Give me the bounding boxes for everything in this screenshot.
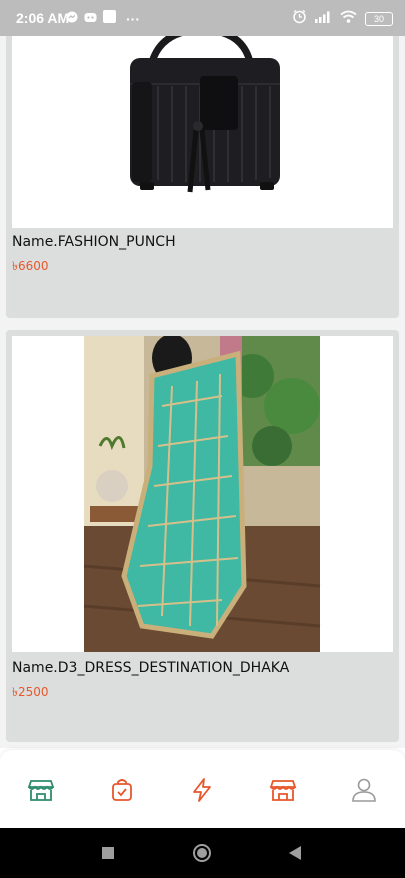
- status-bar: 2:06 AM ··· 30: [0, 0, 405, 36]
- nav-profile-button[interactable]: [350, 776, 378, 804]
- nav-orders-button[interactable]: [108, 776, 136, 804]
- recents-icon[interactable]: [101, 846, 115, 860]
- product-price: ৳6600: [12, 259, 49, 273]
- nav-shop-button[interactable]: [269, 776, 297, 804]
- status-time: 2:06 AM: [16, 10, 70, 26]
- signal-icon: [315, 10, 332, 28]
- product-price: ৳2500: [12, 685, 49, 699]
- product-image[interactable]: [12, 36, 393, 228]
- alarm-icon: [292, 9, 307, 29]
- product-name[interactable]: Name.D3_DRESS_DESTINATION_DHAKA: [12, 660, 289, 676]
- battery-icon: 30: [365, 12, 393, 26]
- user-icon: [352, 778, 376, 802]
- nav-flash-button[interactable]: [188, 776, 216, 804]
- shop-icon: [269, 780, 297, 801]
- black-handbag-image: [130, 36, 280, 193]
- product-image[interactable]: [12, 336, 393, 652]
- product-name[interactable]: Name.FASHION_PUNCH: [12, 234, 176, 250]
- product-card[interactable]: Name.FASHION_PUNCH ৳6600: [6, 36, 399, 318]
- discord-icon: [84, 10, 97, 28]
- home-icon[interactable]: [192, 843, 212, 863]
- system-navigation-bar: [0, 828, 405, 878]
- nav-store-button[interactable]: [27, 776, 55, 804]
- back-icon[interactable]: [288, 845, 302, 861]
- shopping-bag-check-icon: [112, 779, 132, 801]
- product-card[interactable]: Name.D3_DRESS_DESTINATION_DHAKA ৳2500: [6, 330, 399, 742]
- teal-dupatta-image: [83, 336, 321, 652]
- bottom-navigation: [0, 750, 405, 828]
- messenger-icon: [66, 10, 78, 28]
- product-list[interactable]: Name.FASHION_PUNCH ৳6600 Name.D3_DRESS_D…: [0, 36, 405, 748]
- wifi-icon: [340, 10, 357, 28]
- square-notification-icon: [103, 10, 116, 28]
- lightning-icon: [193, 778, 211, 802]
- store-icon: [27, 780, 55, 801]
- more-dots: ···: [126, 11, 140, 27]
